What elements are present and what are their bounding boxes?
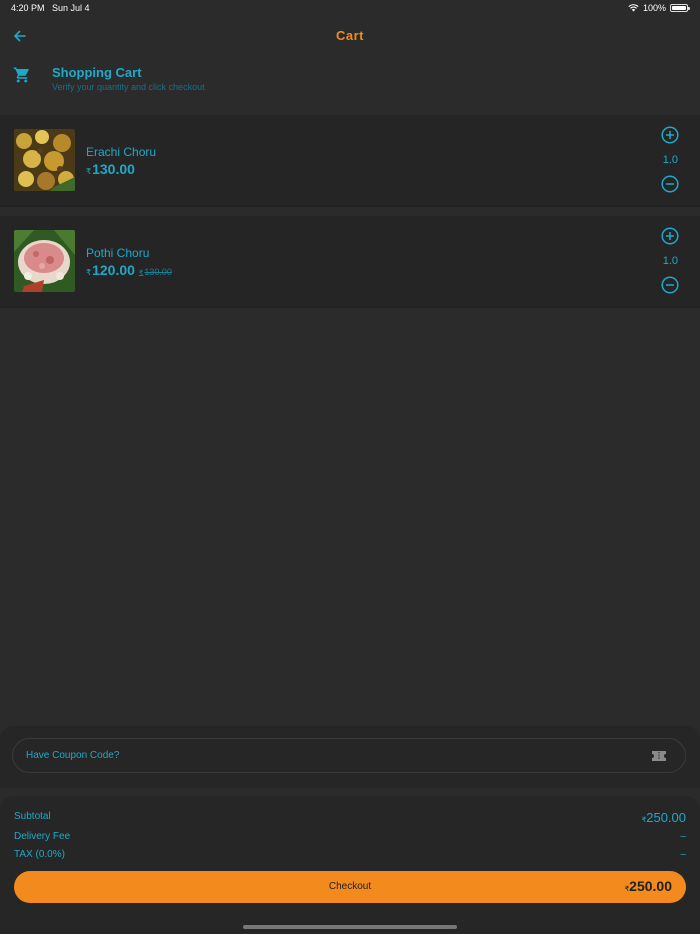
item-name: Erachi Choru [86,145,157,159]
minus-circle-icon[interactable] [661,276,679,294]
status-time: 4:20 PM [11,3,45,13]
cart-title: Shopping Cart [52,65,142,80]
battery-icon [670,4,690,12]
tax-row: TAX (0.0%) – [14,849,686,863]
home-indicator[interactable] [243,925,457,929]
item-price: ₹120.00 ₹130.00 [86,262,172,278]
checkout-total-value: 250.00 [629,878,672,894]
quantity-value: 1.0 [662,255,678,267]
currency-symbol: ₹ [86,268,92,277]
item-price-value: 130.00 [92,161,135,177]
plus-circle-icon[interactable] [661,227,679,245]
checkout-total: ₹250.00 [625,878,672,894]
cart-item: Erachi Choru ₹130.00 1.0 [0,115,700,207]
cart-header: Shopping Cart Verify your quantity and c… [0,62,700,102]
cart-icon [13,67,29,83]
coupon-input[interactable]: Have Coupon Code? [12,738,686,773]
tax-label: TAX (0.0%) [14,849,65,860]
coupon-placeholder: Have Coupon Code? [26,750,120,761]
item-image [14,230,75,292]
tax-value: – [680,849,686,860]
battery-percent: 100% [642,3,666,13]
subtotal-label: Subtotal [14,811,51,822]
delivery-value: – [680,831,686,842]
subtotal-amount: 250.00 [646,810,686,825]
item-old-price: ₹130.00 [139,267,172,277]
status-right: 100% [628,3,690,13]
coupon-section: Have Coupon Code? [0,726,700,788]
cart-subtitle: Verify your quantity and click checkout [52,82,205,92]
checkout-button[interactable]: Checkout ₹250.00 [14,871,686,903]
order-summary: Subtotal ₹250.00 Delivery Fee – TAX (0.0… [0,796,700,934]
ticket-icon[interactable] [651,749,667,763]
page-title: Cart [335,28,364,43]
nav-bar: Cart [0,22,700,50]
plus-circle-icon[interactable] [661,126,679,144]
currency-symbol: ₹ [86,167,92,176]
delivery-row: Delivery Fee – [14,831,686,845]
quantity-value: 1.0 [662,154,678,166]
cart-screen: 4:20 PM Sun Jul 4 100% Cart Shopping Car… [0,0,700,934]
item-price-value: 120.00 [92,262,135,278]
minus-circle-icon[interactable] [661,175,679,193]
checkout-label: Checkout [328,881,372,892]
status-date: Sun Jul 4 [52,3,90,13]
cart-item: Pothi Choru ₹120.00 ₹130.00 1.0 [0,216,700,308]
wifi-icon [628,4,639,12]
status-bar: 4:20 PM Sun Jul 4 100% [0,0,700,18]
delivery-label: Delivery Fee [14,831,71,842]
item-old-price-value: 130.00 [144,267,172,277]
item-name: Pothi Choru [86,246,150,260]
subtotal-value: ₹250.00 [642,810,686,825]
item-price: ₹130.00 [86,161,135,177]
item-image [14,129,75,191]
currency-symbol: ₹ [138,270,144,277]
subtotal-row: Subtotal ₹250.00 [14,810,686,825]
